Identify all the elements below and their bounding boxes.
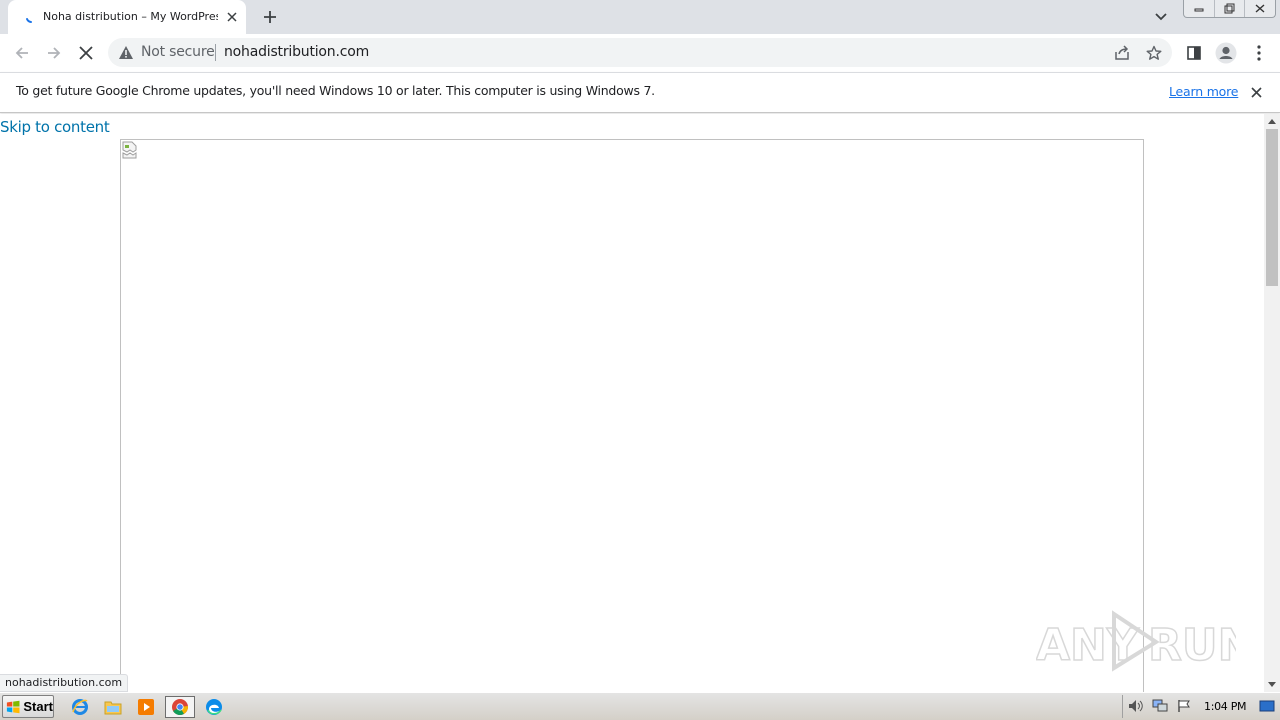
tab-search-chevron-icon[interactable]	[1151, 7, 1171, 27]
system-tray	[1122, 695, 1278, 718]
side-panel-icon[interactable]	[1183, 42, 1205, 64]
share-icon[interactable]	[1111, 42, 1133, 64]
profile-avatar-icon[interactable]	[1214, 41, 1238, 65]
broken-image-icon	[122, 141, 138, 159]
svg-text:RUN: RUN	[1148, 620, 1236, 671]
skip-to-content-link[interactable]: Skip to content	[0, 118, 110, 136]
windows-logo-icon	[6, 700, 20, 713]
start-button[interactable]: Start	[2, 695, 54, 718]
media-player-icon[interactable]	[134, 696, 158, 718]
warning-triangle-icon[interactable]	[118, 45, 134, 60]
stop-loading-icon[interactable]	[72, 39, 100, 67]
new-tab-icon[interactable]	[259, 6, 281, 28]
network-icon[interactable]	[1151, 698, 1169, 714]
chrome-icon[interactable]	[165, 696, 195, 718]
action-center-flag-icon[interactable]	[1175, 698, 1193, 714]
bookmark-star-icon[interactable]	[1143, 42, 1165, 64]
tab-close-icon[interactable]	[223, 8, 241, 26]
restore-icon[interactable]	[1215, 0, 1246, 17]
learn-more-link[interactable]: Learn more	[1169, 84, 1238, 99]
show-desktop-icon[interactable]	[1258, 698, 1276, 714]
taskbar-clock[interactable]: 1:04 PM	[1204, 700, 1247, 713]
file-explorer-icon[interactable]	[101, 696, 125, 718]
status-bubble: nohadistribution.com	[0, 674, 129, 692]
infobar-message: To get future Google Chrome updates, you…	[16, 83, 655, 98]
edge-icon[interactable]	[202, 696, 226, 718]
kebab-menu-icon[interactable]	[1248, 42, 1270, 64]
scroll-down-arrow-icon[interactable]	[1264, 677, 1280, 692]
back-arrow-icon[interactable]	[8, 39, 36, 67]
internet-explorer-icon[interactable]	[68, 696, 92, 718]
tab-title: Noha distribution – My WordPress Bl	[43, 10, 218, 23]
omnibox-divider	[215, 44, 216, 61]
infobar-close-icon[interactable]	[1247, 83, 1265, 101]
volume-icon[interactable]	[1127, 698, 1145, 714]
loading-spinner-icon	[24, 9, 40, 25]
minimize-icon[interactable]	[1184, 0, 1215, 17]
url-text[interactable]: nohadistribution.com	[224, 44, 369, 60]
forward-arrow-icon[interactable]	[40, 39, 68, 67]
scrollbar-thumb[interactable]	[1266, 129, 1278, 286]
window-controls	[1183, 0, 1276, 18]
broken-image-placeholder	[120, 139, 1144, 699]
security-status-label[interactable]: Not secure	[141, 44, 215, 60]
anyrun-watermark-logo: ANY RUN	[1036, 608, 1236, 672]
scroll-up-arrow-icon[interactable]	[1264, 114, 1280, 129]
close-window-icon[interactable]	[1245, 0, 1275, 17]
start-label: Start	[23, 699, 53, 714]
